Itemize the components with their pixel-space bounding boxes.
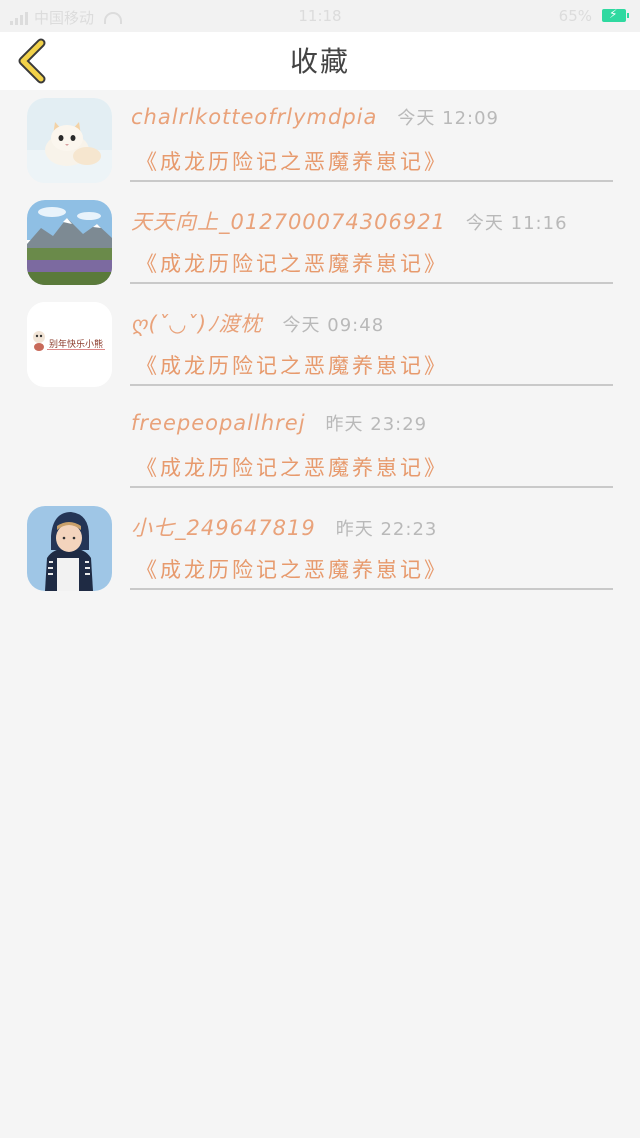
kitten-avatar-icon [27, 98, 112, 183]
status-bar: 中国移动 11:18 65% ⚡ [0, 0, 640, 32]
timestamp: 今天 11:16 [465, 213, 568, 234]
sticker-text: 别年快乐小熊 [49, 338, 103, 350]
battery-icon: ⚡ [602, 7, 629, 22]
book-title[interactable]: 《成龙历险记之恶魔养崽记》 [136, 350, 448, 380]
avatar[interactable]: 别年快乐小熊 [27, 302, 112, 387]
avatar[interactable] [27, 200, 112, 285]
favorites-list: chalrlkotteofrlymdpia 今天 12:09 《成龙历险记之恶魔… [0, 90, 640, 600]
avatar[interactable] [27, 506, 112, 591]
navigation-bar: 收藏 [0, 32, 640, 90]
username[interactable]: 天天向上_012700074306921 [131, 206, 446, 236]
child-avatar-icon [27, 506, 112, 591]
timestamp: 昨天 23:29 [325, 414, 428, 435]
username[interactable]: 小七_249647819 [131, 512, 316, 542]
page-title: 收藏 [289, 45, 350, 78]
divider [130, 384, 613, 386]
book-title[interactable]: 《成龙历险记之恶魔养崽记》 [136, 146, 448, 176]
divider [130, 486, 613, 488]
divider [130, 588, 613, 590]
battery-percentage: 65% [558, 7, 592, 25]
timestamp: 昨天 22:23 [335, 519, 438, 540]
list-item[interactable]: 别年快乐小熊 ღ(ˇ◡ˇ)ﾉ渡枕 今天 09:48 《成龙历险记之恶魔养崽记》 [0, 294, 640, 396]
mountain-landscape-icon [27, 200, 112, 285]
list-item[interactable]: 天天向上_012700074306921 今天 11:16 《成龙历险记之恶魔养… [0, 192, 640, 294]
book-title[interactable]: 《成龙历险记之恶魔养崽记》 [136, 554, 448, 584]
divider [130, 180, 613, 182]
divider [130, 282, 613, 284]
list-item[interactable]: 小七_249647819 昨天 22:23 《成龙历险记之恶魔养崽记》 [0, 498, 640, 600]
timestamp: 今天 12:09 [397, 108, 499, 129]
cartoon-sticker-icon: 别年快乐小熊 [27, 302, 112, 387]
list-item[interactable]: chalrlkotteofrlymdpia 今天 12:09 《成龙历险记之恶魔… [0, 90, 640, 192]
username[interactable]: freepeopallhrej [131, 411, 306, 435]
username[interactable]: ღ(ˇ◡ˇ)ﾉ渡枕 [131, 308, 263, 338]
book-title[interactable]: 《成龙历险记之恶魔养崽记》 [136, 248, 448, 278]
avatar[interactable] [27, 98, 112, 183]
status-time: 11:18 [298, 7, 342, 25]
book-title[interactable]: 《成龙历险记之恶魔养崽记》 [136, 452, 448, 482]
timestamp: 今天 09:48 [282, 315, 385, 336]
list-item[interactable]: freepeopallhrej 昨天 23:29 《成龙历险记之恶魔养崽记》 [0, 396, 640, 498]
username[interactable]: chalrlkotteofrlymdpia [131, 105, 377, 129]
back-button[interactable] [14, 38, 54, 84]
chevron-left-icon [18, 38, 46, 84]
